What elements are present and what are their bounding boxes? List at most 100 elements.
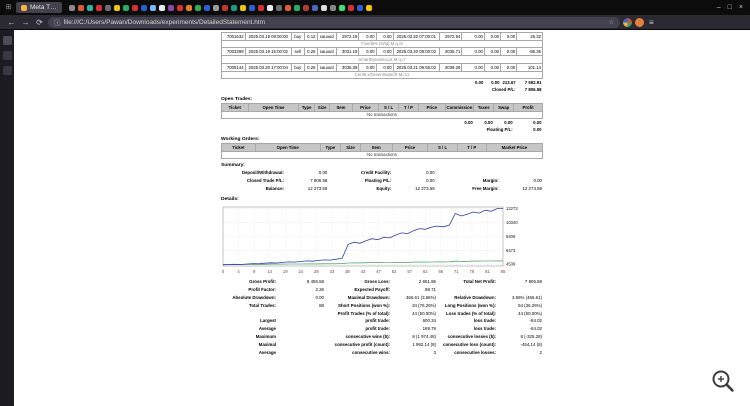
trade-cell: -95.36 <box>517 48 543 56</box>
column-header: Price <box>352 103 379 111</box>
svg-text:57: 57 <box>407 269 412 274</box>
pinned-tab[interactable] <box>330 5 336 11</box>
page-content: 70016322025.03.19 09:00:00buy0.12xauusd2… <box>14 30 750 406</box>
pinned-tab[interactable] <box>276 5 282 11</box>
back-button[interactable]: ← <box>6 18 17 27</box>
pinned-tab[interactable] <box>114 5 120 11</box>
pinned-tab[interactable] <box>150 5 156 11</box>
pinned-tab[interactable] <box>312 5 318 11</box>
stat-value: 88 <box>277 302 325 310</box>
pinned-tab[interactable] <box>132 5 138 11</box>
pinned-tab[interactable] <box>69 5 75 11</box>
statistics-row: Total Trades:88Short Positions (won %):3… <box>221 302 543 310</box>
summary-item-label: Margin: <box>436 177 500 185</box>
svg-text:9: 9 <box>253 269 256 274</box>
svg-text:6473: 6473 <box>506 248 516 253</box>
sidebar-tabs-icon[interactable] <box>3 36 12 45</box>
pinned-tab[interactable] <box>168 5 174 11</box>
pinned-tab[interactable] <box>303 5 309 11</box>
stat-label: Relative Drawdown: <box>437 294 497 302</box>
stat-value: -84.02 <box>497 317 543 325</box>
pinned-tab[interactable] <box>267 5 273 11</box>
stat-value: 169.79 <box>391 325 437 333</box>
pinned-tab[interactable] <box>186 5 192 11</box>
pinned-tab[interactable] <box>159 5 165 11</box>
working-orders-label: Working Orders: <box>221 137 543 142</box>
trade-cell: 3031.19 <box>336 48 359 56</box>
pinned-tab[interactable] <box>87 5 93 11</box>
column-header: Taxes <box>474 103 494 111</box>
stat-label: Absolute Drawdown: <box>221 294 277 302</box>
stat-label: Short Positions (won %): <box>325 302 391 310</box>
forward-button[interactable]: → <box>20 18 31 27</box>
pinned-tab[interactable] <box>258 5 264 11</box>
trade-cell: 0.00 <box>484 48 500 56</box>
sidebar-bookmarks-icon[interactable] <box>3 51 12 60</box>
pinned-tab[interactable] <box>78 5 84 11</box>
reload-button[interactable]: ⟳ <box>34 18 45 27</box>
sidebar-history-icon[interactable] <box>3 66 12 75</box>
pinned-tab[interactable] <box>222 5 228 11</box>
trade-comment: Cent5.x/GreenSwan/S M=11 <box>222 71 543 79</box>
svg-text:12273: 12273 <box>506 206 518 211</box>
trade-cell: 7001632 <box>222 33 246 41</box>
extensions-icon[interactable] <box>623 18 632 27</box>
trade-cell: 7005144 <box>222 63 246 71</box>
tab-overview-icon[interactable]: ⊞ <box>4 4 13 12</box>
pinned-tab[interactable] <box>177 5 183 11</box>
pinned-tab[interactable] <box>213 5 219 11</box>
menu-button[interactable]: ≡ <box>647 18 656 27</box>
window-maximize-button[interactable]: □ <box>728 4 732 11</box>
pinned-tab[interactable] <box>294 5 300 11</box>
bookmark-star-icon[interactable]: ☆ <box>609 19 614 26</box>
pinned-tab[interactable] <box>231 5 237 11</box>
stat-value: 44 (50.00%) <box>391 309 437 317</box>
trade-cell: 0.26 <box>304 63 317 71</box>
trade-cell: 0.00 <box>484 63 500 71</box>
browser-window: ⊞ Meta T… –□ × ← → ⟳ ⓘ file:///C:/Users/P… <box>0 0 750 406</box>
pinned-tab[interactable] <box>105 5 111 11</box>
url-text: file:///C:/Users/Pawan/Downloads/experim… <box>64 19 266 26</box>
profile-avatar[interactable] <box>635 18 644 27</box>
address-bar[interactable]: ⓘ file:///C:/Users/Pawan/Downloads/exper… <box>48 17 620 28</box>
pinned-tab[interactable] <box>123 5 129 11</box>
stat-label: Total Net Profit: <box>437 278 497 286</box>
stat-value: 3 <box>391 349 437 357</box>
pinned-tab[interactable] <box>240 5 246 11</box>
details-label: Details: <box>221 197 543 202</box>
pinned-tab[interactable] <box>195 5 201 11</box>
trade-cell: 0.00 <box>376 48 393 56</box>
trade-comment-row: Cent5.x/GreenSwan/S M=11 <box>222 71 543 79</box>
window-close-button[interactable]: × <box>739 4 743 11</box>
stat-label: consecutive wins: <box>325 349 391 357</box>
trade-cell: 0.00 <box>501 33 517 41</box>
stat-value <box>277 341 325 349</box>
svg-text:62: 62 <box>423 269 428 274</box>
summary-row: Balance:12 273.59Equity:12 273.59Free Ma… <box>221 185 543 193</box>
statistics-row: Profit Trades (% of total):44 (50.00%)Lo… <box>221 309 543 317</box>
pinned-tab[interactable] <box>339 5 345 11</box>
statistics-row: Largestprofit trade:600.34loss trade:-84… <box>221 317 543 325</box>
stat-value: 8 (1 974.48) <box>391 333 437 341</box>
stat-value: 466.61 (3.66%) <box>391 294 437 302</box>
pinned-tab[interactable] <box>366 5 372 11</box>
pinned-tab[interactable] <box>321 5 327 11</box>
pinned-tab[interactable] <box>348 5 354 11</box>
site-info-icon[interactable]: ⓘ <box>54 17 61 27</box>
pinned-tab[interactable] <box>249 5 255 11</box>
active-tab[interactable]: Meta T… <box>16 2 62 13</box>
stat-label: Gross Profit: <box>221 278 277 286</box>
totals-cell: 0.00 <box>462 79 485 86</box>
trade-cell: 0.00 <box>376 33 393 41</box>
trade-cell: buy <box>291 63 304 71</box>
pinned-tab[interactable] <box>141 5 147 11</box>
pinned-tab[interactable] <box>285 5 291 11</box>
pinned-tab[interactable] <box>357 5 363 11</box>
zoom-indicator-icon[interactable] <box>710 368 736 394</box>
pinned-tab[interactable] <box>96 5 102 11</box>
pinned-tab[interactable] <box>204 5 210 11</box>
no-transactions-row: No transactions <box>222 111 543 119</box>
trade-cell: xauusd <box>317 63 336 71</box>
window-minimize-button[interactable]: – <box>717 4 721 11</box>
summary-row: Deposit/Withdrawal:0.00Credit Facility:0… <box>221 169 543 177</box>
